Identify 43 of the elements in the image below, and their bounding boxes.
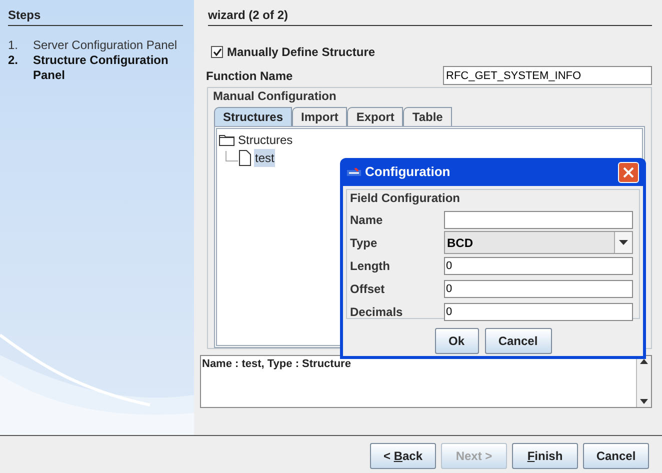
wizard-button[interactable]: Cancel	[583, 442, 649, 468]
step-item: 1. Server Configuration Panel	[8, 38, 178, 53]
input-field[interactable]: 0	[444, 302, 633, 320]
document-icon	[239, 150, 251, 166]
tab[interactable]: Import	[292, 107, 348, 126]
steps-heading: Steps	[8, 6, 183, 26]
group-title: Manual Configuration	[213, 88, 338, 105]
field-label: Name	[350, 212, 384, 228]
input-field[interactable]	[444, 210, 633, 228]
field-label: Length	[350, 258, 391, 274]
step-item: 2. Structure Configuration Panel	[8, 53, 170, 83]
details-text-area: Name : test, Type : Structure	[200, 355, 652, 408]
field-label: Decimals	[350, 304, 404, 320]
close-button[interactable]	[618, 162, 639, 182]
tab[interactable]: Table	[403, 107, 452, 126]
tree-node[interactable]: test	[254, 149, 276, 167]
scroll-down-icon	[640, 399, 648, 404]
tab[interactable]: Export	[347, 107, 404, 126]
type-dropdown[interactable]: BCD	[444, 231, 633, 254]
input-field[interactable]: 0	[444, 256, 633, 274]
scrollbar[interactable]	[636, 356, 651, 407]
wizard-button[interactable]: < Back	[370, 442, 436, 468]
field-label: Offset	[350, 280, 386, 298]
tree-node[interactable]: Structures	[238, 131, 293, 149]
close-icon	[623, 166, 634, 178]
dialog-button[interactable]: Cancel	[484, 328, 552, 354]
scroll-up-icon	[640, 359, 648, 364]
field-label: Type	[350, 234, 378, 252]
dialog-title: Configuration	[365, 163, 450, 182]
app-logo-icon	[347, 168, 361, 176]
dialog-button[interactable]: Ok	[434, 328, 478, 354]
checkbox[interactable]	[211, 46, 223, 58]
wizard-button[interactable]: Finish	[512, 442, 578, 468]
check-icon	[212, 48, 222, 56]
caret-icon	[619, 240, 628, 245]
folder-icon	[219, 134, 235, 146]
function-name-label: Function Name	[206, 68, 293, 84]
tab[interactable]: Structures	[214, 107, 292, 126]
input-field[interactable]: 0	[444, 280, 633, 298]
manual-structure-checkbox[interactable]: Manually Define Structure	[211, 43, 376, 61]
function-name-field[interactable]: RFC_GET_SYSTEM_INFO	[443, 66, 652, 85]
group-title: Field Configuration	[350, 190, 461, 207]
page-title: wizard (2 of 2)	[208, 6, 652, 26]
